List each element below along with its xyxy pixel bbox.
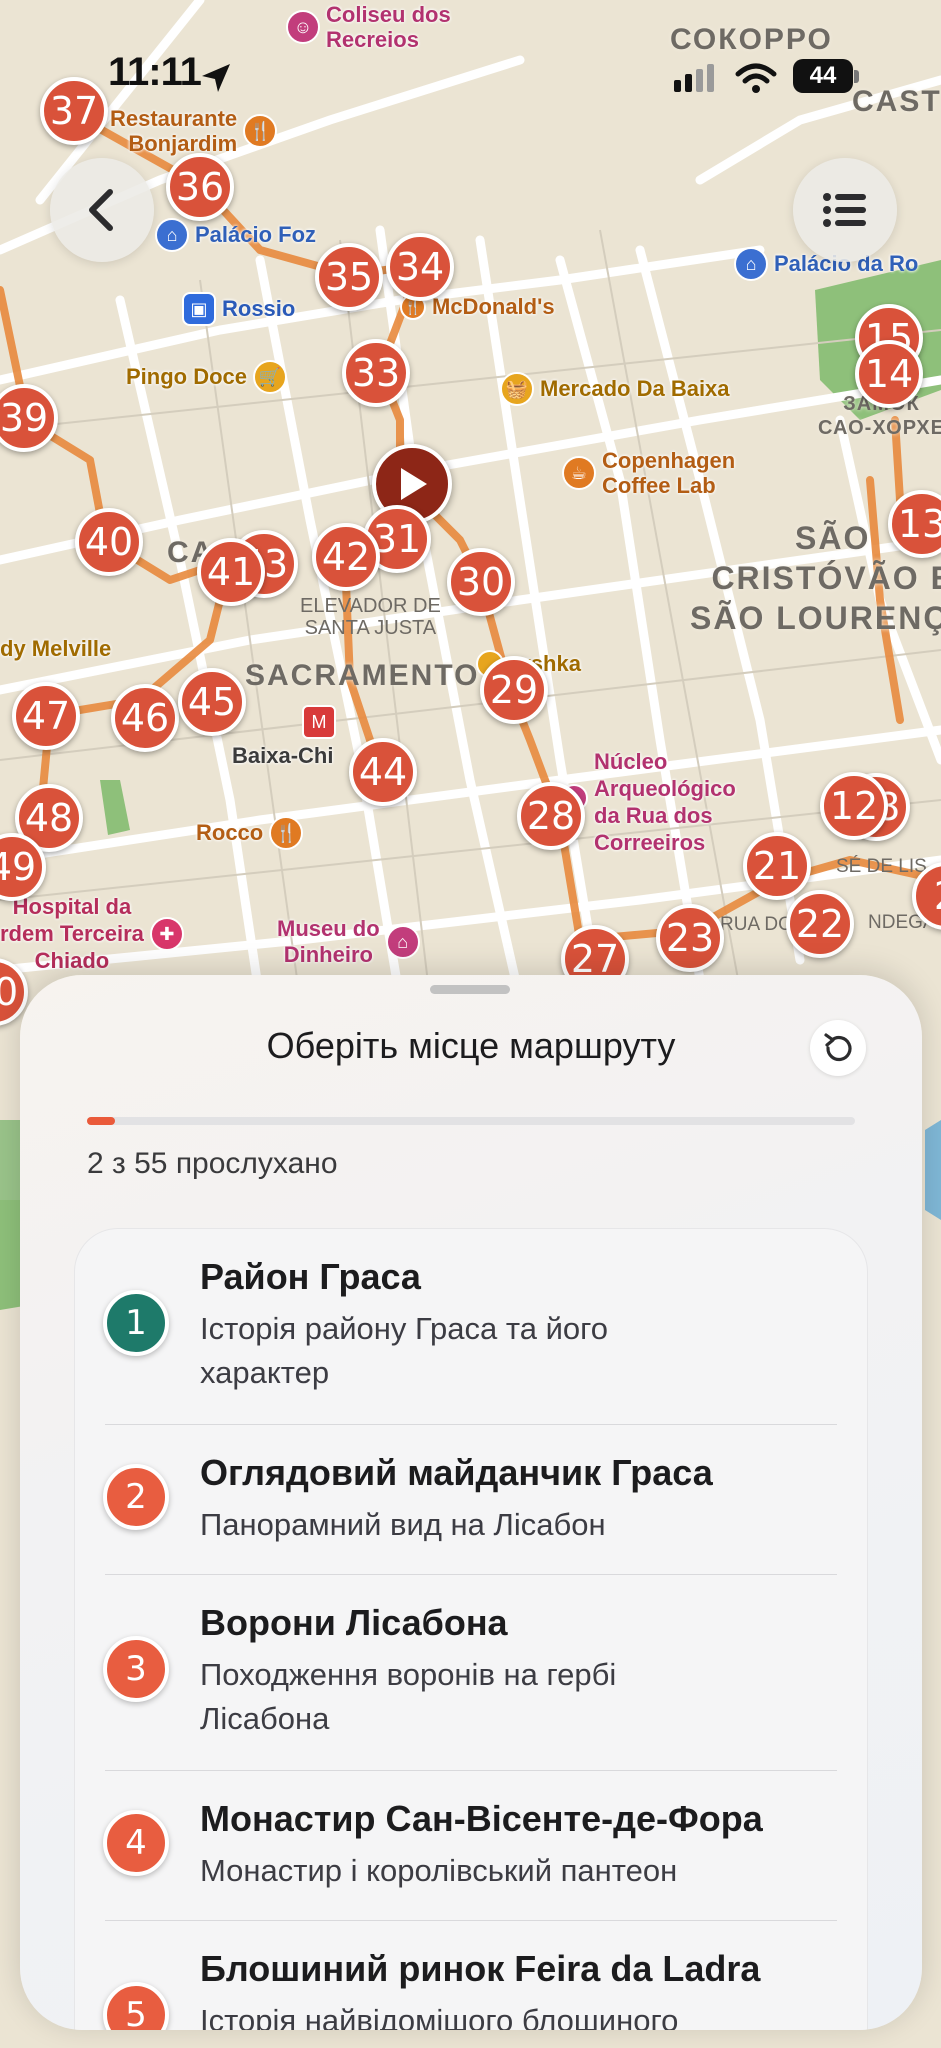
reset-icon [824,1033,852,1062]
cellular-signal-icon [674,64,714,92]
stop-subtitle: Історія найвідомішого блошиного [200,2003,679,2030]
status-bar: 11:11 44 [0,40,941,110]
stop-subtitle: Історія району Граса та його характер [200,1311,609,1390]
stop-subtitle: Походження воронів на гербі Лісабона [200,1657,617,1736]
route-stop-marker[interactable]: 41 [197,538,265,606]
coffee-icon: ☕ [562,456,596,490]
stop-subtitle: Панорамний вид на Лісабон [200,1507,606,1542]
poi-melville[interactable]: dy Melville [0,636,111,662]
battery-cap [854,70,859,83]
street-label-se: SÉ DE LIS [836,856,927,877]
sheet-title: Оберіть місце маршруту [266,1025,676,1066]
list-item[interactable]: 4 Монастир Сан-Вісенте-де-Фора Монастир … [75,1771,869,1921]
poi-pingo-doce[interactable]: 🛒 Pingo Doce [126,360,288,394]
poi-rossio[interactable]: ▣ Rossio [182,292,295,326]
battery-icon: 44 [793,59,853,93]
poi-hospital[interactable]: ✚ Hospital da rdem Terceira Chiado [0,893,184,974]
hospital-icon: ✚ [149,916,184,951]
back-button[interactable] [50,158,154,262]
shopping-cart-icon: 🛒 [253,360,288,394]
list-item[interactable]: 1 Район Граса Історія району Граса та йо… [75,1229,869,1425]
route-stop-marker[interactable]: 23 [656,904,724,972]
street-label-elevador: ELEVADOR DE SANTA JUSTA [300,595,441,639]
route-stop-marker[interactable]: 35 [315,243,383,311]
listen-progress-bar [87,1117,855,1125]
list-icon [823,193,866,227]
route-stop-marker[interactable]: 46 [111,684,179,752]
poi-palacio-foz[interactable]: ⌂ Palácio Foz [155,218,316,252]
stops-list[interactable]: 1 Район Граса Історія району Граса та йо… [74,1228,868,2030]
list-view-button[interactable] [793,158,897,262]
district-label-sacramento: SACRAMENTO [245,659,480,692]
back-chevron-icon [89,189,113,231]
route-stop-marker[interactable]: 22 [786,890,854,958]
list-item[interactable]: 5 Блошиний ринок Feira da Ladra Історія … [75,1921,869,2030]
palace-icon: ⌂ [155,218,189,252]
route-stop-marker[interactable]: 30 [447,548,515,616]
route-stop-marker[interactable]: 33 [342,339,410,407]
stop-title: Блошиний ринок Feira da Ladra [200,1948,761,1989]
stop-title: Район Граса [200,1256,421,1297]
stop-title: Ворони Лісабона [200,1602,508,1643]
battery-level: 44 [809,62,837,89]
route-stop-marker[interactable]: 28 [517,782,585,850]
wifi-icon [735,63,777,93]
museum-icon: ⌂ [385,925,420,959]
sheet-grabber[interactable] [430,985,510,994]
route-stop-marker[interactable]: 36 [166,153,234,221]
street-label-rua-do: RUA DO [720,914,793,935]
route-stop-marker[interactable]: 40 [75,508,143,576]
basket-icon: 🧺 [500,372,534,406]
route-stop-marker[interactable]: 21 [743,832,811,900]
stop-number-badge: 4 [103,1810,169,1876]
stop-number-badge: 1 [103,1290,169,1356]
stop-subtitle: Монастир і королівський пантеон [200,1853,678,1888]
train-icon: ▣ [182,292,216,326]
route-stop-marker[interactable]: 29 [480,656,548,724]
restaurant-icon: 🍴 [243,114,278,148]
poi-copenhagen-coffee[interactable]: ☕ Copenhagen Coffee Lab [562,448,735,498]
route-stop-marker[interactable]: 42 [312,523,380,591]
location-arrow-icon [202,64,230,92]
poi-baixa-chiado[interactable]: M Baixa-Chi [232,705,336,769]
stop-number-badge: 2 [103,1464,169,1530]
status-time: 11:11 [108,50,202,94]
poi-nucleo-arqueologico[interactable]: Núcleo Arqueológico da Rua dos Correeiro… [560,748,736,856]
stop-title: Монастир Сан-Вісенте-де-Фора [200,1798,763,1839]
route-stop-marker[interactable]: 47 [12,682,80,750]
list-item[interactable]: 2 Оглядовий майданчик Граса Панорамний в… [75,1425,869,1575]
route-stop-marker[interactable]: 12 [820,772,888,840]
route-stop-marker[interactable]: 45 [178,668,246,736]
poi-rocco[interactable]: 🍴 Rocco [196,816,304,850]
listen-progress-fill [87,1117,115,1125]
metro-icon: M [302,705,336,739]
list-item[interactable]: 3 Ворони Лісабона Походження воронів на … [75,1575,869,1771]
stop-number-badge: 5 [103,1982,169,2030]
restaurant-icon: 🍴 [269,816,304,850]
route-stop-marker[interactable]: 34 [386,233,454,301]
theatre-icon: ☺ [286,10,320,44]
play-icon [401,468,427,500]
poi-bonjardim[interactable]: 🍴 Restaurante Bonjardim [110,106,278,156]
route-stop-marker[interactable]: 14 [855,340,923,408]
poi-mercado-baixa[interactable]: 🧺 Mercado Da Baixa [500,372,730,406]
listen-progress-text: 2 з 55 прослухано [87,1147,338,1180]
stop-title: Оглядовий майданчик Граса [200,1452,713,1493]
route-picker-sheet[interactable]: Оберіть місце маршруту 2 з 55 прослухано… [20,975,922,2030]
stop-number-badge: 3 [103,1636,169,1702]
reset-progress-button[interactable] [810,1020,866,1076]
route-stop-marker[interactable]: 44 [349,738,417,806]
palace-icon: ⌂ [734,247,768,281]
poi-museu-dinheiro[interactable]: ⌂ Museu do Dinheiro [277,916,420,968]
